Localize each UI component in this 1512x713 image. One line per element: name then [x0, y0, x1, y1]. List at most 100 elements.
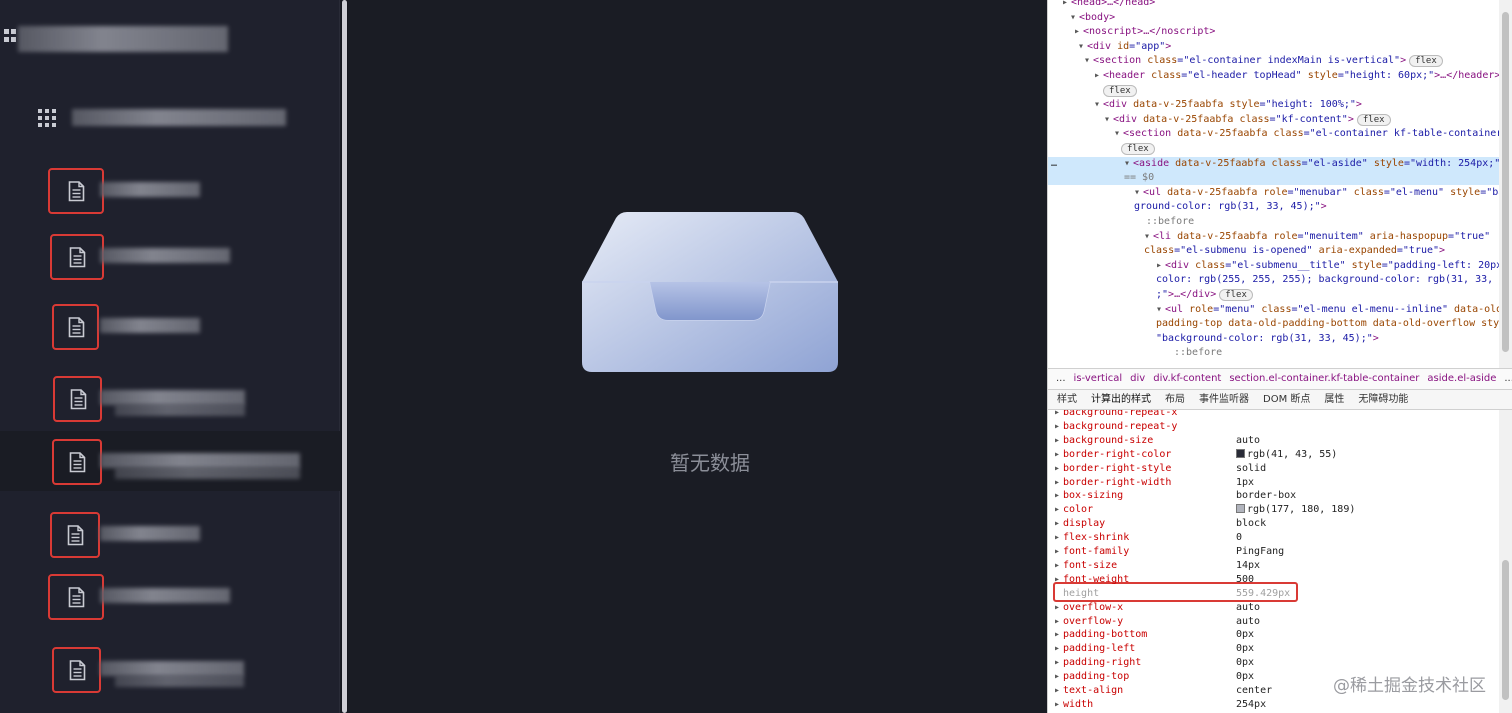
tab-3[interactable]: 事件监听器: [1199, 394, 1249, 405]
tab-5[interactable]: 属性: [1324, 394, 1344, 405]
computed-property[interactable]: ▸ padding-bottom 0px: [1054, 628, 1494, 642]
dom-node-line[interactable]: ▸ <div class="el-submenu__title" style="p…: [1048, 259, 1508, 273]
dom-node-line[interactable]: ▸ <head>…</head>: [1048, 0, 1500, 10]
dom-node-line[interactable]: ▾ <ul data-v-25faabfa role="menubar" clas…: [1048, 186, 1512, 200]
computed-property[interactable]: ▸ font-weight 500: [1054, 573, 1494, 587]
elements-scrollbar[interactable]: [1499, 0, 1512, 368]
pseudo-element: ::before: [1146, 216, 1195, 227]
dom-node-line[interactable]: ▸ <noscript>…</noscript>: [1048, 25, 1500, 39]
dom-node-line[interactable]: ▾ <div data-v-25faabfa class="kf-content"…: [1048, 113, 1500, 127]
computed-property[interactable]: ▸ flex-shrink 0: [1054, 531, 1494, 545]
computed-property[interactable]: ▸ font-family PingFang: [1054, 545, 1494, 559]
computed-property[interactable]: ▸ color rgb(177, 180, 189): [1054, 503, 1494, 517]
dom-node-line[interactable]: padding-top data-old-padding-bottom data…: [1048, 317, 1512, 331]
computed-property[interactable]: ▸ padding-left 0px: [1054, 642, 1494, 656]
dom-node-line[interactable]: "background-color: rgb(31, 33, 45);">: [1048, 332, 1500, 346]
expand-triangle-icon: ▸: [1054, 601, 1061, 613]
computed-property[interactable]: ▸ display block: [1054, 517, 1494, 531]
dom-node-line[interactable]: ground-color: rgb(31, 33, 45);">: [1048, 200, 1500, 214]
computed-property[interactable]: ▸ background-size auto: [1054, 434, 1494, 448]
attr-value: ="padding-left: 20px;: [1381, 259, 1509, 271]
dom-node-line[interactable]: flex: [1048, 142, 1500, 156]
dom-node-line[interactable]: color: rgb(255, 255, 255); background-co…: [1048, 273, 1512, 287]
dom-node-line[interactable]: flex: [1048, 84, 1500, 98]
expand-triangle-icon: ▸: [1054, 448, 1061, 460]
breadcrumb-item[interactable]: is-vertical: [1074, 373, 1123, 384]
flex-badge[interactable]: flex: [1409, 55, 1443, 68]
attr-value: ="width: 254px;": [1403, 157, 1501, 169]
tab-0[interactable]: 样式: [1057, 394, 1077, 405]
tab-1[interactable]: 计算出的样式: [1091, 394, 1151, 405]
logo-icon: [4, 29, 16, 49]
breadcrumb-item[interactable]: ...: [1504, 373, 1512, 384]
dom-node-line[interactable]: … ▾ <aside data-v-25faabfa class="el-aside…: [1048, 156, 1506, 171]
computed-scrollbar[interactable]: [1499, 410, 1512, 713]
menu-item[interactable]: [0, 370, 340, 430]
computed-property[interactable]: ▸ border-right-style solid: [1054, 462, 1494, 476]
menu-label-redacted: [100, 661, 244, 676]
tab-2[interactable]: 布局: [1165, 394, 1185, 405]
computed-property[interactable]: height 559.429px: [1054, 587, 1494, 601]
flex-badge[interactable]: flex: [1103, 84, 1137, 97]
dom-node-line[interactable]: ::before: [1048, 346, 1500, 360]
computed-property[interactable]: ▸ font-size 14px: [1054, 559, 1494, 573]
menu-item[interactable]: [0, 570, 340, 630]
dom-node-line[interactable]: ::before: [1048, 215, 1500, 229]
property-value-text: 559.429px: [1236, 587, 1291, 599]
breadcrumb-item[interactable]: div.kf-content: [1153, 373, 1221, 384]
computed-property[interactable]: ▸ border-right-width 1px: [1054, 476, 1494, 490]
dom-node-line[interactable]: ▸ <header class="el-header topHead" style…: [1048, 69, 1500, 83]
flex-badge[interactable]: flex: [1356, 113, 1391, 126]
dom-node-line[interactable]: ▾ <li data-v-25faabfa role="menuitem" ari…: [1048, 230, 1500, 244]
sidebar: [0, 0, 340, 713]
property-name: flex-shrink: [1063, 532, 1130, 544]
attr-value: ="el-menu el-menu--inline": [1291, 303, 1455, 315]
breadcrumb-item[interactable]: aside.el-aside: [1427, 373, 1496, 384]
property-value: PingFang: [1236, 545, 1284, 559]
document-icon: [69, 247, 86, 268]
computed-property[interactable]: ▸ padding-right 0px: [1054, 656, 1494, 670]
menu-item[interactable]: [0, 431, 340, 491]
tag-name: <div: [1165, 259, 1196, 271]
tab-6[interactable]: 无障碍功能: [1358, 394, 1408, 405]
dom-node-line[interactable]: == $0: [1048, 171, 1500, 186]
computed-property[interactable]: ▸ background-repeat-x: [1054, 410, 1494, 420]
tag-name: <header: [1103, 70, 1152, 81]
dom-node-line[interactable]: ▾ <section class="el-container indexMain …: [1048, 54, 1500, 68]
property-value-text: auto: [1236, 434, 1261, 446]
menu-item[interactable]: [0, 644, 340, 704]
scrollbar-thumb[interactable]: [342, 0, 347, 713]
dom-node-line[interactable]: ;">…</div> flex: [1048, 288, 1500, 302]
dom-node-line[interactable]: ▾ <div data-v-25faabfa style="height: 100…: [1048, 98, 1500, 112]
menu-item[interactable]: [0, 166, 340, 226]
breadcrumb-item[interactable]: ...: [1056, 373, 1066, 384]
dom-node-line[interactable]: ▾ <section data-v-25faabfa class="el-cont…: [1048, 127, 1512, 141]
computed-property[interactable]: ▸ border-right-color rgb(41, 43, 55): [1054, 448, 1494, 462]
property-name: text-align: [1063, 685, 1124, 696]
dom-node-line[interactable]: class="el-submenu is-opened" aria-expand…: [1048, 244, 1500, 258]
breadcrumb-item[interactable]: div: [1130, 373, 1145, 384]
menu-item[interactable]: [0, 507, 340, 567]
expand-triangle-icon: ▸: [1054, 410, 1061, 418]
computed-property[interactable]: ▸ background-repeat-y: [1054, 420, 1494, 434]
tab-4[interactable]: DOM 断点: [1263, 394, 1310, 405]
computed-property[interactable]: ▸ overflow-x auto: [1054, 601, 1494, 615]
computed-property[interactable]: ▸ overflow-y auto: [1054, 615, 1494, 629]
computed-property[interactable]: ▸ width 254px: [1054, 698, 1494, 712]
dom-node-line[interactable]: ▾ <body>: [1048, 11, 1500, 25]
submenu-title-redacted[interactable]: [72, 109, 286, 126]
property-name: background-size: [1063, 434, 1154, 446]
breadcrumb-item[interactable]: section.el-container.kf-table-container: [1229, 373, 1419, 384]
document-icon: [69, 660, 85, 681]
flex-badge[interactable]: flex: [1219, 289, 1253, 301]
computed-property[interactable]: ▸ box-sizing border-box: [1054, 489, 1494, 503]
dom-node-line[interactable]: ▾ <ul role="menu" class="el-menu el-menu-…: [1048, 303, 1508, 317]
menu-item[interactable]: [0, 230, 340, 290]
flex-badge[interactable]: flex: [1121, 143, 1155, 155]
attr-name: data-v-25faabfa role: [1167, 186, 1288, 198]
expand-triangle-icon: ▸: [1054, 643, 1061, 655]
sidebar-scrollbar[interactable]: [341, 0, 348, 713]
menu-item[interactable]: [0, 298, 340, 358]
dom-node-line[interactable]: ▾ <div id="app">: [1048, 40, 1500, 54]
property-name: border-right-color: [1063, 448, 1172, 460]
